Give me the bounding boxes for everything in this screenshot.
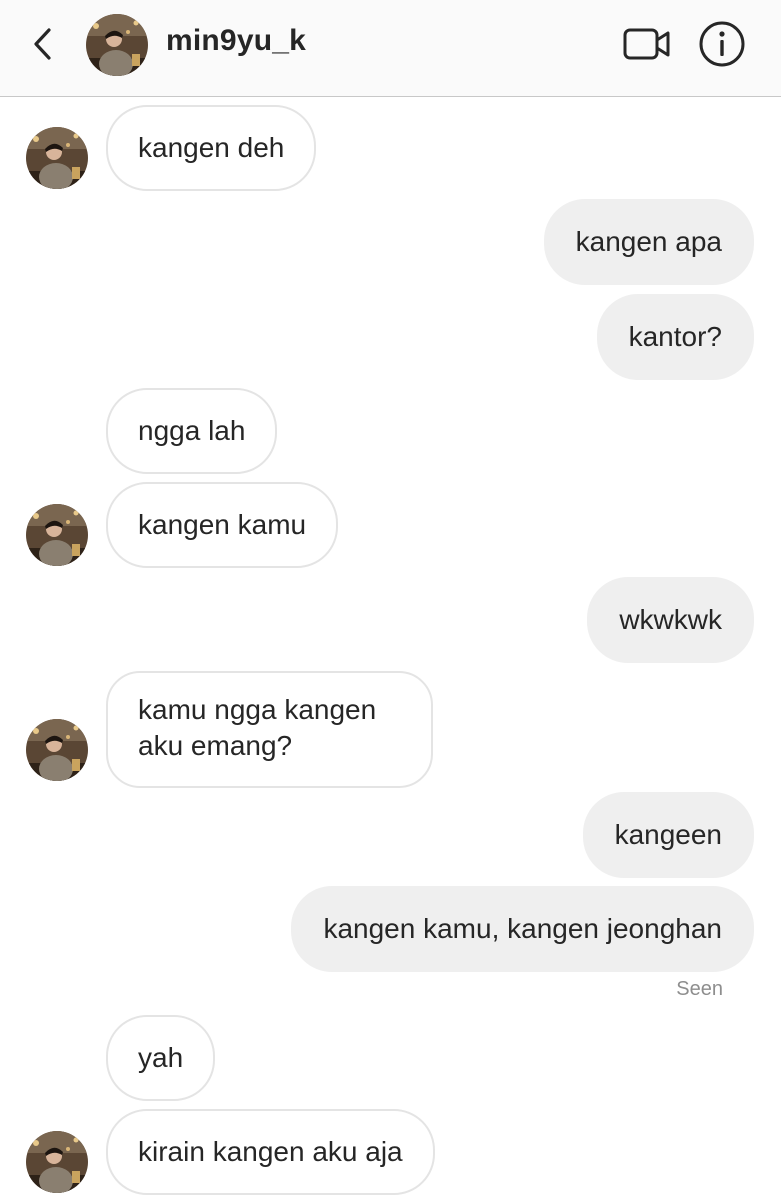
- video-camera-icon: [623, 28, 670, 60]
- outgoing-message[interactable]: kangen kamu, kangen jeonghan: [291, 886, 754, 972]
- chat-header: min9yu_k: [0, 0, 781, 97]
- header-avatar[interactable]: [86, 14, 148, 76]
- chevron-left-icon: [34, 28, 51, 60]
- info-icon: [699, 21, 745, 67]
- outgoing-message[interactable]: kangeen: [582, 792, 754, 878]
- video-call-button[interactable]: [622, 26, 672, 62]
- incoming-message[interactable]: kangen deh: [106, 105, 317, 191]
- incoming-message[interactable]: kirain kangen aku aja: [106, 1109, 435, 1195]
- back-button[interactable]: [28, 24, 58, 64]
- seen-indicator: Seen: [676, 978, 723, 1000]
- info-button[interactable]: [698, 20, 746, 68]
- incoming-message[interactable]: kamu ngga kangen aku emang?: [106, 671, 433, 788]
- sender-avatar[interactable]: [26, 504, 88, 566]
- sender-avatar[interactable]: [26, 719, 88, 781]
- incoming-message[interactable]: yah: [106, 1015, 216, 1101]
- chat-username[interactable]: min9yu_k: [166, 24, 306, 58]
- sender-avatar[interactable]: [26, 127, 88, 189]
- outgoing-message[interactable]: kantor?: [596, 294, 754, 380]
- incoming-message[interactable]: ngga lah: [106, 388, 278, 474]
- outgoing-message[interactable]: kangen apa: [543, 199, 754, 285]
- sender-avatar[interactable]: [26, 1131, 88, 1193]
- incoming-message[interactable]: kangen kamu: [106, 482, 339, 568]
- outgoing-message[interactable]: wkwkwk: [587, 577, 754, 663]
